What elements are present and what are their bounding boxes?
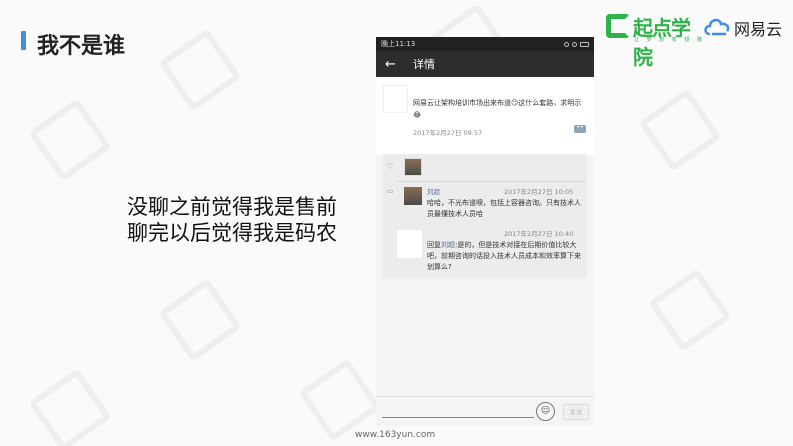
qidian-logo-icon [606, 14, 630, 38]
comment-input-bar: ☺ 发送 [376, 396, 594, 426]
status-bar: 晚上11:13 [376, 37, 594, 51]
battery-icon [580, 41, 589, 47]
quote-line-2: 聊完以后觉得我是码农 [127, 221, 337, 245]
post-text: 网易云让架构培训市场出来布道😏这什么套路，求明示😂 [413, 99, 582, 119]
comment-time: 2017年2月27日 10:05 [504, 188, 574, 196]
comment-icon: ▭ [387, 187, 394, 195]
comment-input[interactable] [382, 417, 534, 418]
moment-post: 网易云让架构培训市场出来布道😏这什么套路，求明示😂 2017年2月27日 09:… [376, 77, 594, 155]
more-options-icon[interactable]: •• [574, 125, 586, 133]
quote-line-1: 没聊之前觉得我是售前 [127, 195, 337, 219]
commenter-avatar[interactable] [404, 187, 422, 205]
reply-time: 2017年2月27日 10:40 [504, 230, 574, 238]
reply-text: 回复刘超:是的，但是技术对接在后期价值比较大吧，前期咨询的话投入技术人员成本和效… [427, 240, 583, 273]
qidian-logo: 起点学院 让 梦 想 有 翅 膀 [606, 12, 702, 69]
watermark [648, 268, 732, 352]
netease-cloud-logo: 网易云 [702, 13, 790, 39]
avatar[interactable] [397, 230, 422, 258]
watermark [158, 28, 242, 112]
qidian-logo-tagline: 让 梦 想 有 翅 膀 [634, 37, 705, 43]
reply-prefix: 回复 [427, 241, 441, 249]
phone-screenshot: 晚上11:13 ← 详情 网易云让架构培训市场出来布道😏这什么套路，求明示😂 2… [376, 37, 594, 426]
footer-url: www.163yun.com [355, 430, 436, 440]
app-header: ← 详情 [376, 51, 594, 77]
slide-title: 我不是谁 [37, 34, 126, 59]
emoji-icon[interactable]: ☺ [536, 402, 555, 421]
alarm-icon [564, 41, 569, 47]
slide-quote: 没聊之前觉得我是售前 聊完以后觉得我是码农 [127, 194, 337, 246]
heart-icon: ♡ [387, 162, 395, 171]
reply-mention[interactable]: 刘超 [441, 241, 455, 249]
header-title: 详情 [413, 58, 435, 71]
watermark [158, 278, 242, 362]
avatar[interactable] [383, 85, 408, 113]
wifi-icon [572, 41, 577, 47]
comments-section: ♡ ▭ 刘超 2017年2月27日 10:05 哈哈，不光布道噢，包括上容器咨询… [383, 154, 587, 278]
status-time: 晚上11:13 [381, 40, 416, 48]
post-time: 2017年2月27日 09:57 [413, 129, 483, 137]
netease-cloud-text: 网易云 [734, 20, 783, 39]
watermark [28, 98, 112, 182]
liker-avatar[interactable] [404, 158, 422, 176]
commenter-name[interactable]: 刘超 [427, 186, 440, 196]
status-icons [564, 41, 589, 47]
send-button[interactable]: 发送 [563, 404, 589, 420]
back-arrow-icon[interactable]: ← [385, 57, 413, 72]
divider [397, 181, 585, 182]
watermark [638, 88, 722, 172]
comment-text: 哈哈，不光布道噢，包括上容器咨询。只有技术人员最懂技术人员哈 [427, 199, 581, 218]
cloud-icon [704, 18, 730, 36]
watermark [28, 368, 112, 446]
title-accent-bar [21, 31, 26, 50]
